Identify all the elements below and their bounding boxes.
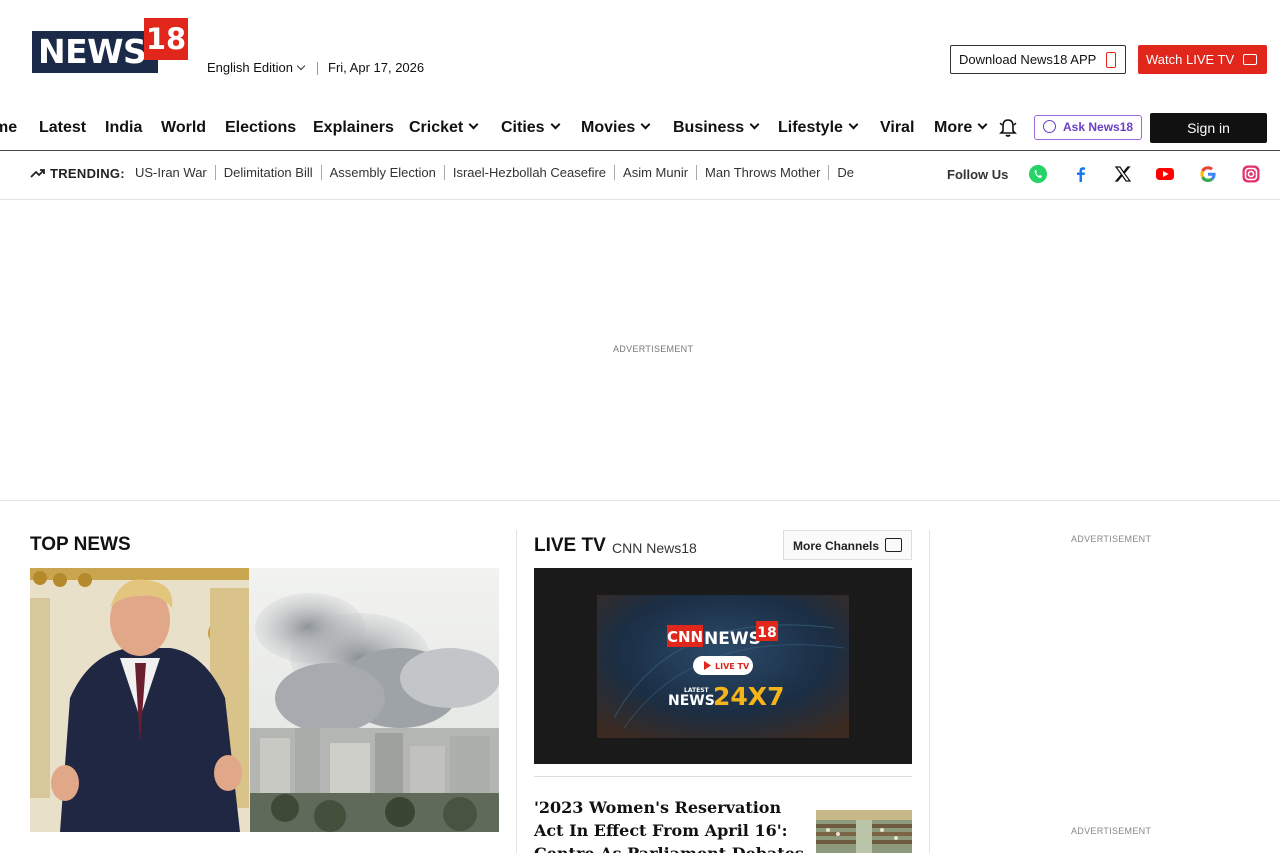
trending-item[interactable]: US-Iran War bbox=[135, 165, 215, 180]
search-sparkle-icon bbox=[1043, 120, 1056, 133]
nav-item-movies[interactable]: Movies bbox=[581, 119, 651, 137]
nav-item-explainers[interactable]: Explainers bbox=[313, 119, 394, 137]
chevron-down-icon bbox=[749, 119, 760, 130]
chevron-down-icon bbox=[640, 119, 651, 130]
trending-item[interactable]: Man Throws Mother bbox=[696, 165, 829, 180]
trending-item[interactable]: De bbox=[828, 165, 863, 180]
nav-label: More bbox=[934, 119, 973, 136]
nav-item-viral[interactable]: Viral bbox=[880, 119, 914, 137]
trending-item[interactable]: Delimitation Bill bbox=[214, 165, 321, 180]
nav-label: Elections bbox=[225, 119, 297, 136]
more-channels-label: More Channels bbox=[793, 539, 880, 553]
edition-label: English Edition bbox=[207, 60, 293, 75]
trending-item[interactable]: Asim Munir bbox=[614, 165, 697, 180]
chevron-down-icon bbox=[977, 119, 988, 130]
column-divider bbox=[516, 530, 517, 853]
headline-link[interactable]: '2023 Women's Reservation Act In Effect … bbox=[534, 796, 806, 853]
advertisement-label: ADVERTISEMENT bbox=[1071, 826, 1152, 836]
headline-thumbnail[interactable] bbox=[816, 810, 912, 853]
logo-number: 18 bbox=[144, 18, 188, 60]
advertisement-label: ADVERTISEMENT bbox=[613, 344, 694, 354]
nav-label: Business bbox=[673, 119, 745, 136]
live-badge-text: LIVE TV bbox=[715, 662, 750, 671]
whatsapp-icon[interactable] bbox=[1028, 164, 1048, 184]
trending-bar: TRENDING: US-Iran War Delimitation Bill As… bbox=[0, 151, 1280, 199]
nav-item-elections[interactable]: Elections bbox=[225, 119, 296, 137]
top-news-title: TOP NEWS bbox=[30, 534, 131, 555]
ask-news18-button[interactable]: Ask News18 bbox=[1034, 115, 1142, 140]
nav-label: World bbox=[161, 119, 207, 136]
divider bbox=[317, 62, 318, 75]
num-brand: 18 bbox=[757, 625, 776, 641]
news-brand: NEWS bbox=[704, 629, 761, 649]
top-news-image[interactable] bbox=[30, 568, 499, 832]
nav-item-lifestyle[interactable]: Lifestyle bbox=[778, 119, 859, 137]
cnn-brand: CNN bbox=[667, 628, 703, 646]
watch-live-label: Watch LIVE TV bbox=[1146, 52, 1235, 67]
nav-item-business[interactable]: Business bbox=[673, 119, 760, 137]
nav-label: me bbox=[0, 119, 18, 136]
tagline-24x7: 24X7 bbox=[713, 682, 784, 711]
chevron-down-icon bbox=[468, 119, 479, 130]
nav-item-latest[interactable]: Latest bbox=[39, 119, 86, 137]
chevron-down-icon bbox=[550, 119, 561, 130]
download-app-button[interactable]: Download News18 APP bbox=[950, 45, 1126, 74]
facebook-icon[interactable] bbox=[1071, 164, 1091, 184]
trending-item[interactable]: Assembly Election bbox=[320, 165, 444, 180]
trending-list: US-Iran War Delimitation Bill Assembly Ele… bbox=[135, 165, 937, 180]
ask-label: Ask News18 bbox=[1063, 120, 1134, 134]
nav-label: Explainers bbox=[313, 119, 394, 136]
trending-label-text: TRENDING: bbox=[50, 166, 125, 181]
logo-text: NEWS bbox=[32, 31, 158, 73]
more-channels-button[interactable]: More Channels bbox=[783, 530, 912, 560]
trending-item[interactable]: Israel-Hezbollah Ceasefire bbox=[443, 165, 615, 180]
current-date: Fri, Apr 17, 2026 bbox=[328, 60, 425, 75]
phone-icon bbox=[1106, 52, 1116, 68]
live-tv-channel: CNN News18 bbox=[612, 540, 697, 556]
nav-item-world[interactable]: World bbox=[161, 119, 206, 137]
nav-item-cities[interactable]: Cities bbox=[501, 119, 561, 137]
trending-arrow-icon bbox=[30, 169, 45, 178]
divider bbox=[534, 776, 912, 777]
follow-us-label: Follow Us bbox=[947, 167, 1009, 182]
nav-item-india[interactable]: India bbox=[105, 119, 142, 137]
edition-selector[interactable]: English Edition bbox=[207, 60, 306, 75]
youtube-icon[interactable] bbox=[1155, 164, 1175, 184]
nav-label: Viral bbox=[880, 119, 915, 136]
nav-item-home[interactable]: me bbox=[0, 119, 17, 137]
nav-label: Movies bbox=[581, 119, 636, 136]
download-app-label: Download News18 APP bbox=[959, 52, 1097, 67]
chevron-down-icon bbox=[296, 61, 306, 71]
x-icon[interactable] bbox=[1113, 164, 1133, 184]
nav-item-more[interactable]: More bbox=[934, 119, 988, 137]
trending-label: TRENDING: bbox=[30, 166, 125, 181]
nav-label: Cricket bbox=[409, 119, 464, 136]
column-divider bbox=[929, 530, 930, 853]
watch-live-tv-button[interactable]: Watch LIVE TV bbox=[1138, 45, 1267, 74]
nav-label: India bbox=[105, 119, 143, 136]
news-text: NEWS bbox=[668, 693, 715, 709]
live-tv-player[interactable]: CNN NEWS 18 LIVE TV LATEST NEWS 24X7 bbox=[534, 568, 912, 764]
live-tv-title: LIVE TV bbox=[534, 535, 606, 556]
sign-in-button[interactable]: Sign in bbox=[1150, 113, 1267, 143]
tv-icon bbox=[885, 538, 902, 552]
advertisement-label: ADVERTISEMENT bbox=[1071, 534, 1152, 544]
instagram-icon[interactable] bbox=[1241, 164, 1261, 184]
nav-label: Latest bbox=[39, 119, 87, 136]
nav-item-cricket[interactable]: Cricket bbox=[409, 119, 479, 137]
news18-logo[interactable]: NEWS 18 bbox=[32, 18, 188, 74]
bell-icon[interactable] bbox=[997, 117, 1019, 139]
chevron-down-icon bbox=[848, 119, 859, 130]
divider bbox=[0, 199, 1280, 200]
nav-label: Lifestyle bbox=[778, 119, 843, 136]
nav-label: Cities bbox=[501, 119, 545, 136]
google-icon[interactable] bbox=[1198, 164, 1218, 184]
tv-icon bbox=[1243, 54, 1257, 65]
divider bbox=[0, 500, 1280, 501]
